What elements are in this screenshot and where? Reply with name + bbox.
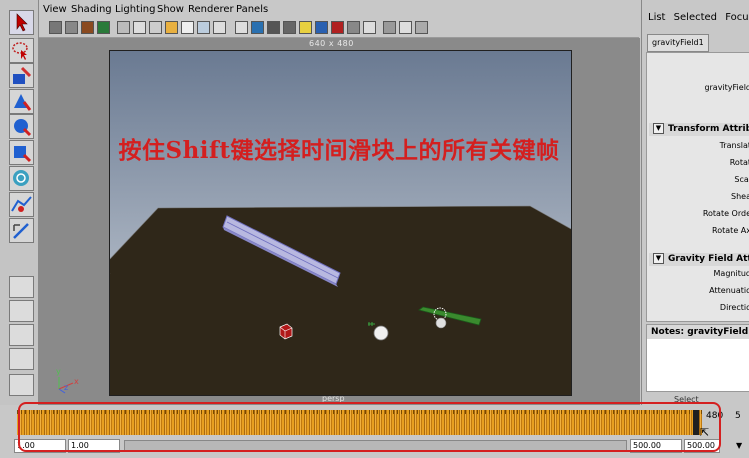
panel-menu-bar: View Shading Lighting Show Renderer Pane… (39, 3, 639, 18)
textured-icon[interactable] (283, 21, 296, 34)
notes-box[interactable]: Notes: gravityField1 (646, 324, 749, 392)
safe-title-icon[interactable] (213, 21, 226, 34)
four-view-layout-icon[interactable] (9, 300, 34, 322)
axis-indicator: y x z (53, 367, 83, 395)
persp-outliner-layout-icon[interactable] (9, 324, 34, 346)
xray-icon[interactable] (331, 21, 344, 34)
menu-view[interactable]: View (43, 4, 67, 15)
perspective-viewport[interactable]: 640 x 480 按住Shift键选择时间滑块上的所有关键帧 y x z pe… (39, 38, 640, 405)
menu-focus[interactable]: Focus (725, 12, 749, 23)
section-transform-attributes[interactable]: ▼Transform Attribu (649, 123, 749, 136)
safe-action-icon[interactable] (197, 21, 210, 34)
attribute-editor-menu: List Selected Focus A (648, 12, 749, 23)
cube-object[interactable] (279, 323, 293, 340)
isolate-select-icon[interactable] (363, 21, 376, 34)
attr-rotate-order-label: Rotate Orde (702, 209, 749, 218)
attr-rotate-axis-label: Rotate Ax (712, 226, 749, 235)
time-slider-highlight-annotation (18, 402, 721, 452)
bookmark-icon[interactable] (81, 21, 94, 34)
attr-attenuation-label: Attenuatio (709, 286, 749, 295)
rotate-tool-icon[interactable] (9, 114, 34, 139)
collapse-icon[interactable]: ▼ (653, 253, 664, 264)
field-chart-icon[interactable] (181, 21, 194, 34)
wireframe-icon[interactable] (235, 21, 248, 34)
collapse-icon[interactable]: ▼ (653, 123, 664, 134)
attr-scale-label: Scal (734, 175, 749, 184)
attribute-editor-panel: List Selected Focus A gravityField1 grav… (641, 0, 749, 405)
tool-box (0, 0, 39, 405)
lasso-tool-icon[interactable] (9, 38, 34, 63)
camera-attributes-icon[interactable] (65, 21, 78, 34)
menu-list[interactable]: List (648, 12, 665, 23)
attr-direction-label: Directio (719, 303, 749, 312)
camera-frame (109, 50, 572, 396)
frame-field-partial[interactable]: 5 (735, 411, 741, 421)
menu-shading[interactable]: Shading (71, 4, 112, 15)
menu-show[interactable]: Show (157, 4, 184, 15)
film-gate-icon[interactable] (133, 21, 146, 34)
paint-select-tool-icon[interactable] (9, 63, 34, 88)
notes-label: Notes: gravityField1 (647, 325, 749, 339)
default-lighting-icon[interactable] (267, 21, 280, 34)
gate-mask-icon[interactable] (165, 21, 178, 34)
attr-translate-label: Translat (719, 141, 749, 150)
soft-modification-icon[interactable] (9, 192, 34, 217)
universal-manipulator-icon[interactable] (9, 166, 34, 191)
instruction-overlay-text: 按住Shift键选择时间滑块上的所有关键帧 (118, 137, 560, 164)
node-tab-gravityfield[interactable]: gravityField1 (647, 34, 709, 52)
node-name-label: gravityField (704, 83, 749, 92)
panel-toolbar (39, 19, 639, 38)
xray-joints-icon[interactable] (347, 21, 360, 34)
axis-x-label: x (74, 377, 79, 386)
resolution-gate-icon[interactable] (149, 21, 162, 34)
menu-lighting[interactable]: Lighting (115, 4, 155, 15)
attr-rotate-label: Rotat (729, 158, 749, 167)
persp-graph-layout-icon[interactable] (9, 348, 34, 370)
show-manipulator-icon[interactable] (9, 218, 34, 243)
grid-icon[interactable] (117, 21, 130, 34)
menu-panels[interactable]: Panels (236, 4, 268, 15)
use-all-lights-icon[interactable] (299, 21, 312, 34)
playblast-icon[interactable] (399, 21, 412, 34)
attribute-editor-body: gravityField ▼Transform Attribu Translat… (646, 52, 749, 322)
shadows-icon[interactable] (315, 21, 328, 34)
menu-renderer[interactable]: Renderer (188, 4, 234, 15)
smooth-shade-icon[interactable] (251, 21, 264, 34)
axis-z-label: z (64, 383, 69, 392)
section-gravity-field-attributes[interactable]: ▼Gravity Field Attril (649, 253, 749, 266)
select-camera-icon[interactable] (49, 21, 62, 34)
render-view-icon[interactable] (415, 21, 428, 34)
menu-selected[interactable]: Selected (674, 12, 717, 23)
attr-magnitude-label: Magnitud (713, 269, 749, 278)
hud-icon[interactable] (383, 21, 396, 34)
scale-tool-icon[interactable] (9, 140, 34, 165)
move-tool-icon[interactable] (9, 89, 34, 114)
hypershade-layout-icon[interactable] (9, 374, 34, 396)
chevron-down-icon[interactable]: ▼ (736, 441, 742, 450)
attr-shear-label: Shea (731, 192, 749, 201)
resolution-gate-label: 640 x 480 (309, 39, 354, 48)
select-tool-icon[interactable] (9, 10, 34, 35)
single-perspective-layout-icon[interactable] (9, 276, 34, 298)
axis-y-label: y (56, 367, 61, 376)
image-plane-icon[interactable] (97, 21, 110, 34)
